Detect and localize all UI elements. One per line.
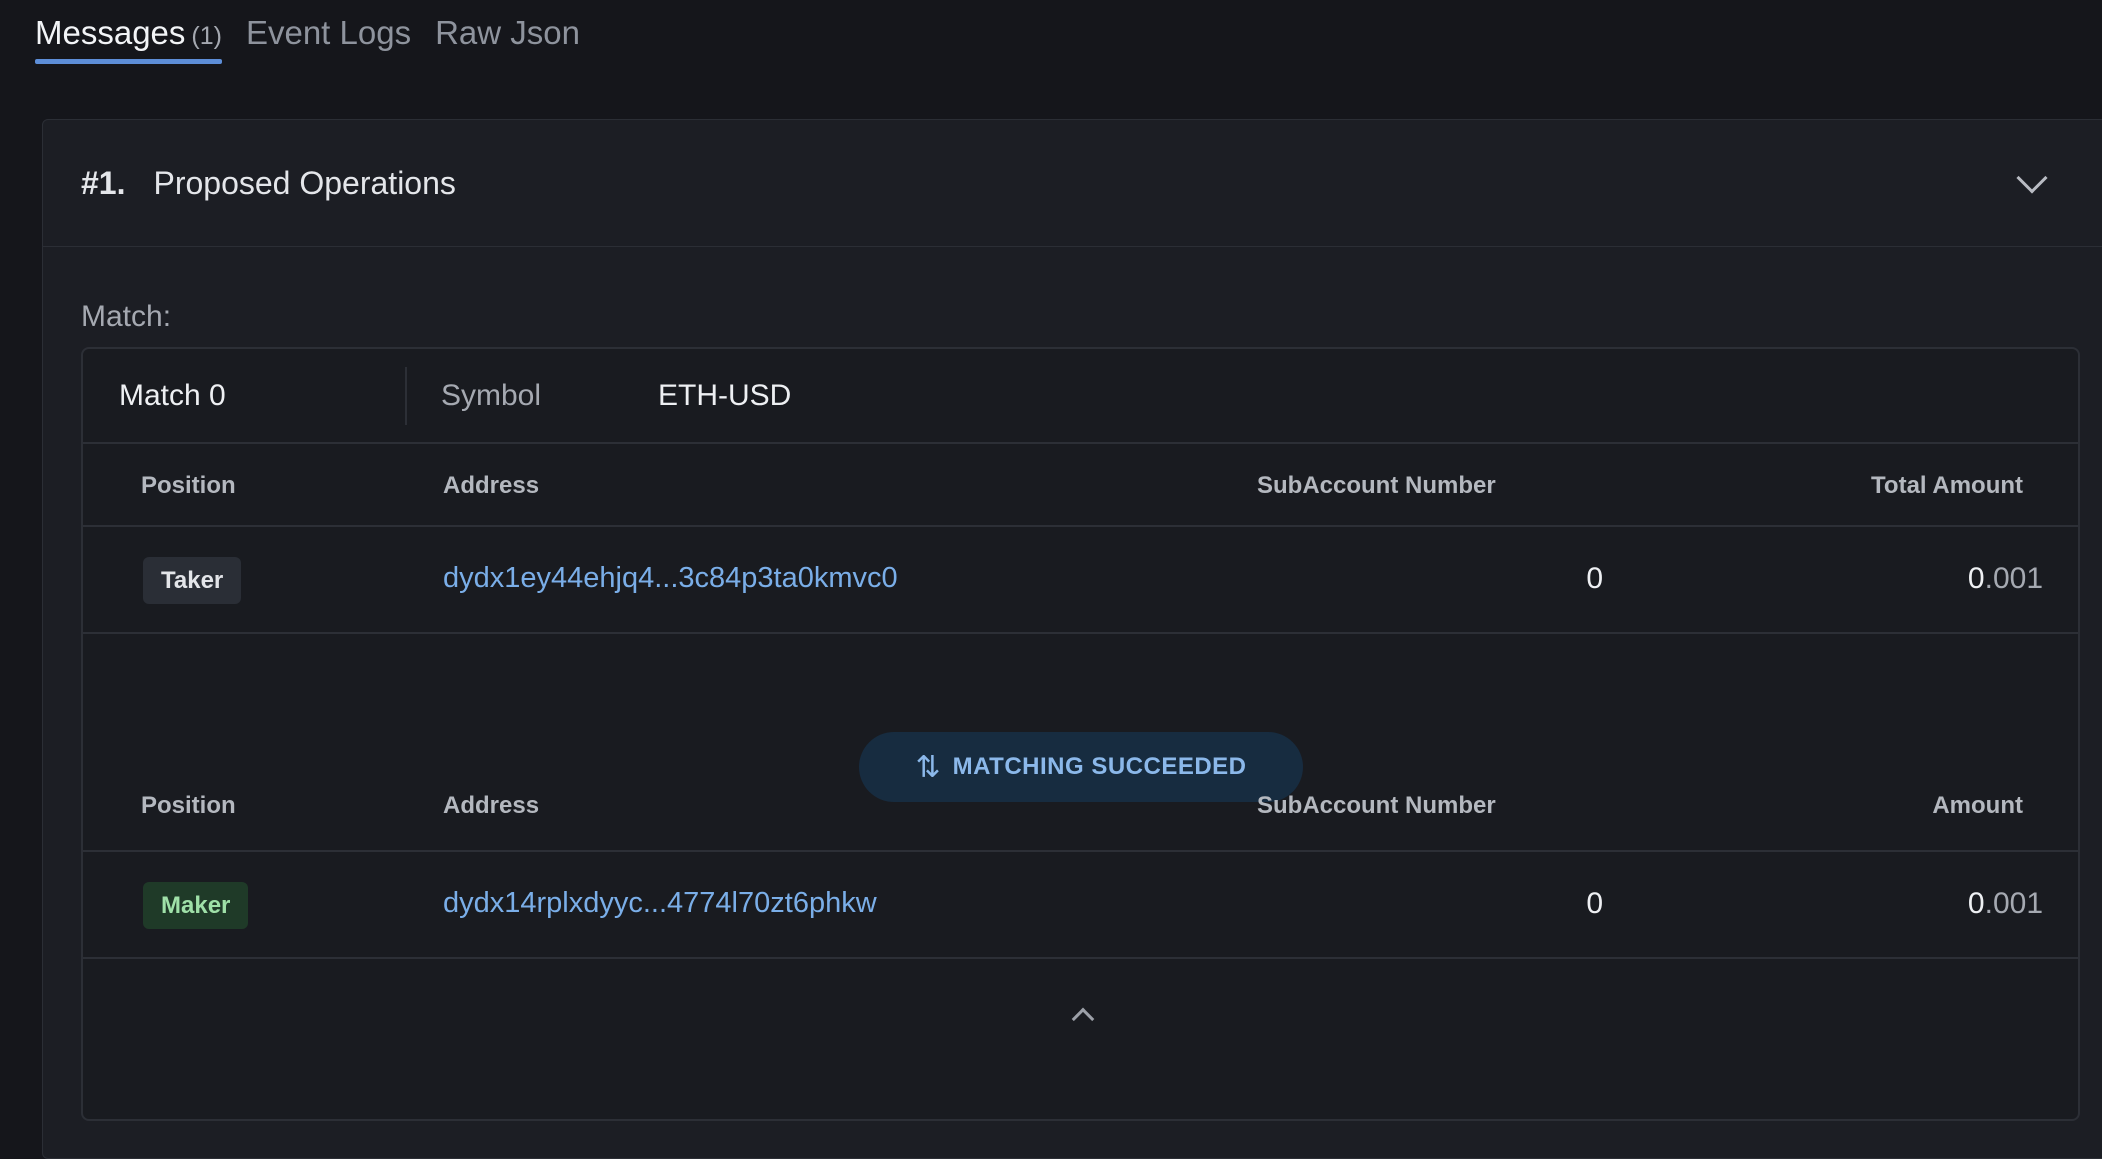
message-card-header[interactable]: #1. Proposed Operations <box>43 120 2102 247</box>
header-position: Position <box>141 792 236 819</box>
maker-amount: 0.001 <box>1968 887 2043 921</box>
header-position: Position <box>141 472 236 499</box>
maker-amount-dec: .001 <box>1984 887 2043 920</box>
header-subaccount: SubAccount Number <box>1257 472 1496 499</box>
message-title: Proposed Operations <box>153 164 456 201</box>
message-card: #1. Proposed Operations Match: Match 0 S… <box>42 119 2102 1159</box>
match-header: Match 0 Symbol ETH-USD <box>83 349 2078 444</box>
header-address: Address <box>443 792 540 819</box>
taker-row: Taker dydx1ey44ehjq4...3c84p3ta0kmvc0 0 … <box>83 527 2078 634</box>
match-status-zone: ⇅ MATCHING SUCCEEDED Position Address Su… <box>83 634 2078 852</box>
header-address: Address <box>443 472 540 499</box>
match-name: Match 0 <box>119 378 226 412</box>
taker-amount-dec: .001 <box>1984 562 2043 595</box>
tab-messages[interactable]: Messages (1) <box>35 0 222 64</box>
maker-amount-int: 0 <box>1967 887 1985 920</box>
divider <box>405 367 407 425</box>
maker-table-header: Position Address SubAccount Number Amoun… <box>83 770 2078 850</box>
taker-amount: 0.001 <box>1968 562 2043 596</box>
taker-table-header: Position Address SubAccount Number Total… <box>83 444 2078 527</box>
maker-address-link[interactable]: dydx14rplxdyyc...4774l70zt6phkw <box>443 887 877 920</box>
tab-messages-count: (1) <box>191 22 222 50</box>
tab-raw-json[interactable]: Raw Json <box>435 0 580 64</box>
maker-row: Maker dydx14rplxdyyc...4774l70zt6phkw 0 … <box>83 852 2078 959</box>
symbol-label: Symbol <box>441 378 542 412</box>
tab-event-logs-label: Event Logs <box>245 14 412 51</box>
taker-badge: Taker <box>143 557 242 604</box>
header-total-amount: Total Amount <box>1871 472 2023 499</box>
match-section-label: Match: <box>81 300 172 333</box>
match-box: Match 0 Symbol ETH-USD Position Address … <box>81 347 2080 1121</box>
tab-event-logs[interactable]: Event Logs <box>246 0 411 64</box>
header-amount: Amount <box>1932 792 2023 819</box>
header-subaccount: SubAccount Number <box>1257 792 1496 819</box>
taker-amount-int: 0 <box>1967 562 1985 595</box>
maker-subaccount: 0 <box>1586 887 1603 920</box>
tab-messages-label: Messages <box>35 14 186 51</box>
taker-address-link[interactable]: dydx1ey44ehjq4...3c84p3ta0kmvc0 <box>443 562 898 595</box>
taker-subaccount: 0 <box>1586 562 1603 595</box>
message-index: #1. <box>81 164 126 201</box>
tab-bar: Messages (1) Event Logs Raw Json <box>35 0 604 66</box>
symbol-value: ETH-USD <box>658 378 792 412</box>
chevron-up-icon[interactable] <box>1071 1007 1095 1031</box>
collapse-zone <box>83 959 2078 1045</box>
chevron-down-icon[interactable] <box>2016 162 2048 194</box>
tab-raw-json-label: Raw Json <box>435 14 580 51</box>
maker-badge: Maker <box>143 882 249 929</box>
